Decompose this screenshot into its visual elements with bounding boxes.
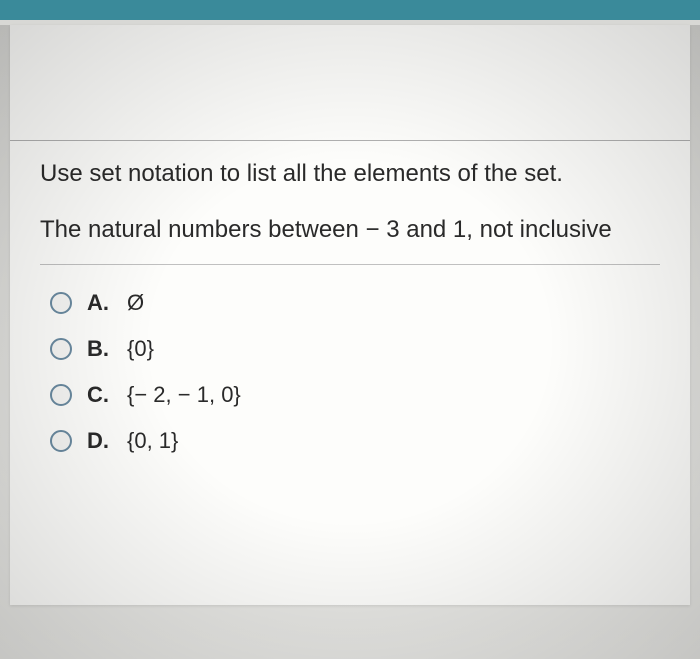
- radio-icon[interactable]: [50, 338, 72, 360]
- question-detail: The natural numbers between − 3 and 1, n…: [40, 216, 660, 244]
- options-list: A. Ø B. {0} C. {− 2, − 1, 0} D. {0, 1}: [40, 290, 660, 454]
- question-prompt: Use set notation to list all the element…: [40, 160, 660, 188]
- option-label: A.: [87, 290, 112, 316]
- option-text: {0}: [127, 336, 154, 362]
- option-d[interactable]: D. {0, 1}: [50, 428, 660, 454]
- top-divider: [10, 140, 690, 141]
- radio-icon[interactable]: [50, 292, 72, 314]
- option-label: C.: [87, 382, 112, 408]
- option-label: B.: [87, 336, 112, 362]
- option-text: {0, 1}: [127, 428, 178, 454]
- radio-icon[interactable]: [50, 430, 72, 452]
- question-page: Use set notation to list all the element…: [10, 25, 690, 605]
- divider: [40, 264, 660, 265]
- option-a[interactable]: A. Ø: [50, 290, 660, 316]
- option-label: D.: [87, 428, 112, 454]
- option-text: {− 2, − 1, 0}: [127, 382, 241, 408]
- radio-icon[interactable]: [50, 384, 72, 406]
- option-text: Ø: [127, 290, 144, 316]
- option-b[interactable]: B. {0}: [50, 336, 660, 362]
- question-content: Use set notation to list all the element…: [10, 25, 690, 504]
- option-c[interactable]: C. {− 2, − 1, 0}: [50, 382, 660, 408]
